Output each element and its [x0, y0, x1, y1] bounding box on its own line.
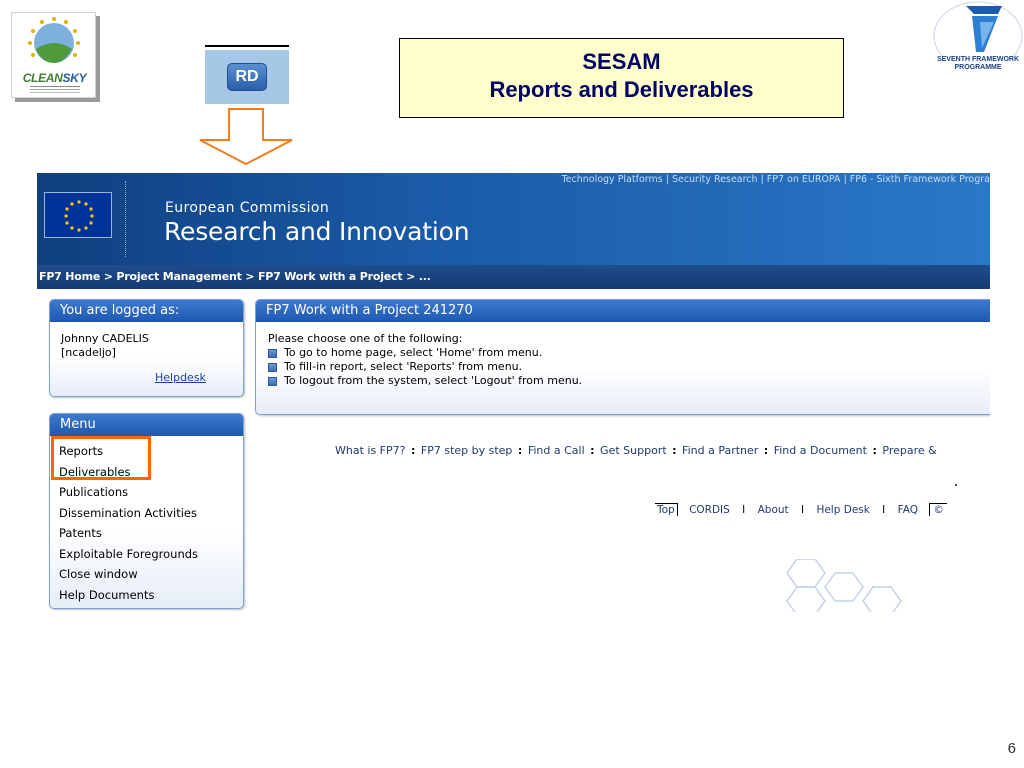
footer-separator: :	[517, 444, 523, 457]
portal-content: You are logged as: Johnny CADELIS [ncade…	[37, 289, 990, 612]
breadcrumb[interactable]: FP7 Home > Project Management > FP7 Work…	[37, 265, 990, 289]
work-panel-body: Please choose one of the following: To g…	[256, 322, 990, 388]
ec-banner: Technology Platforms | Security Research…	[37, 173, 990, 265]
slide-title-box: SESAM Reports and Deliverables	[399, 38, 844, 118]
footer-link-what-is-fp7[interactable]: What is FP7?	[335, 444, 405, 457]
cordis-link[interactable]: CORDIS	[689, 504, 730, 516]
banner-divider	[125, 181, 126, 257]
rd-logo: RD	[205, 50, 289, 104]
login-panel-body: Johnny CADELIS [ncadeljo]	[50, 322, 243, 360]
helpdesk-link[interactable]: Helpdesk	[155, 371, 206, 384]
user-login: [ncadeljo]	[61, 346, 116, 359]
footer-link-find-a-partner[interactable]: Find a Partner	[682, 444, 758, 457]
fp7-logo-line1: SEVENTH FRAMEWORK	[936, 56, 1020, 63]
footer-link-step-by-step[interactable]: FP7 step by step	[421, 444, 513, 457]
menu-item-patents[interactable]: Patents	[59, 523, 243, 544]
down-arrow-icon	[199, 108, 293, 166]
menu-panel-header: Menu	[50, 414, 243, 436]
work-item-home: To go to home page, select 'Home' from m…	[268, 346, 990, 360]
menu-item-close-window[interactable]: Close window	[59, 564, 243, 585]
portal-screenshot: Technology Platforms | Security Research…	[37, 173, 990, 612]
menu-item-dissemination-activities[interactable]: Dissemination Activities	[59, 503, 243, 524]
work-item-text: To go to home page, select 'Home' from m…	[284, 346, 543, 359]
work-item-text: To fill-in report, select 'Reports' from…	[284, 360, 523, 373]
help-desk-link[interactable]: Help Desk	[816, 504, 869, 516]
banner-top-links[interactable]: Technology Platforms | Security Research…	[561, 174, 990, 185]
top-link[interactable]: Top	[655, 503, 678, 516]
cleansky-logo-text: CLEANSKY	[22, 71, 87, 85]
footer-separator: :	[763, 444, 769, 457]
work-item-reports: To fill-in report, select 'Reports' from…	[268, 360, 990, 374]
about-link[interactable]: About	[758, 504, 789, 516]
fp7-logo-line2: PROGRAMME	[954, 64, 1002, 71]
eu-flag-icon	[44, 192, 112, 238]
cleansky-globe-icon	[28, 17, 80, 63]
work-item-text: To logout from the system, select 'Logou…	[284, 374, 583, 387]
footer-separator: :	[672, 444, 677, 457]
menu-item-publications[interactable]: Publications	[59, 482, 243, 503]
bullet-square-icon	[268, 348, 277, 358]
bullet-square-icon	[268, 376, 277, 386]
hexagon-decoration-icon	[786, 559, 902, 612]
user-name: Johnny CADELIS	[61, 332, 149, 345]
ec-org-name: European Commission	[165, 200, 330, 216]
copyright-link[interactable]: ©	[929, 503, 947, 516]
link-separator: I	[742, 504, 746, 516]
footer-link-prepare[interactable]: Prepare &	[882, 444, 936, 457]
footer-link-find-a-call[interactable]: Find a Call	[528, 444, 585, 457]
menu-highlight-box	[51, 436, 151, 480]
link-separator: I	[801, 504, 805, 516]
footer-link-find-a-document[interactable]: Find a Document	[774, 444, 867, 457]
rd-logo-badge: RD	[227, 63, 267, 91]
footer-separator: :	[872, 444, 877, 457]
cleansky-fine-print	[30, 86, 80, 87]
slide-title: SESAM	[582, 49, 661, 74]
login-panel-header: You are logged as:	[50, 300, 243, 322]
footer-link-get-support[interactable]: Get Support	[600, 444, 667, 457]
link-separator: I	[882, 504, 886, 516]
footer-links: What is FP7? : FP7 step by step : Find a…	[335, 444, 937, 457]
fp7-logo-text: SEVENTH FRAMEWORK PROGRAMME	[932, 56, 1024, 72]
bullet-square-icon	[268, 362, 277, 372]
fp7-seven-icon	[933, 1, 1023, 71]
rd-logo-rule	[205, 45, 289, 47]
fp7-logo: SEVENTH FRAMEWORK PROGRAMME	[932, 0, 1024, 90]
faq-link[interactable]: FAQ	[898, 504, 918, 516]
page-number: 6	[1007, 740, 1016, 757]
slide-subtitle: Reports and Deliverables	[489, 77, 754, 102]
cleansky-logo: CLEANSKY	[11, 12, 100, 102]
ec-dg-name: Research and Innovation	[164, 217, 470, 246]
menu-item-exploitable-foregrounds[interactable]: Exploitable Foregrounds	[59, 544, 243, 565]
work-panel: FP7 Work with a Project 241270 Please ch…	[255, 299, 990, 415]
footer-separator: :	[590, 444, 595, 457]
footer-dot	[955, 484, 957, 486]
work-panel-header: FP7 Work with a Project 241270	[256, 300, 990, 322]
work-intro: Please choose one of the following:	[268, 332, 463, 345]
menu-item-help-documents[interactable]: Help Documents	[59, 585, 243, 606]
cleansky-logo-card: CLEANSKY	[11, 12, 96, 98]
footer-separator: :	[410, 444, 416, 457]
bottom-links: Top CORDIS I About I Help Desk I FAQ ©	[655, 503, 947, 516]
login-panel: You are logged as: Johnny CADELIS [ncade…	[49, 299, 244, 397]
work-item-logout: To logout from the system, select 'Logou…	[268, 374, 990, 388]
